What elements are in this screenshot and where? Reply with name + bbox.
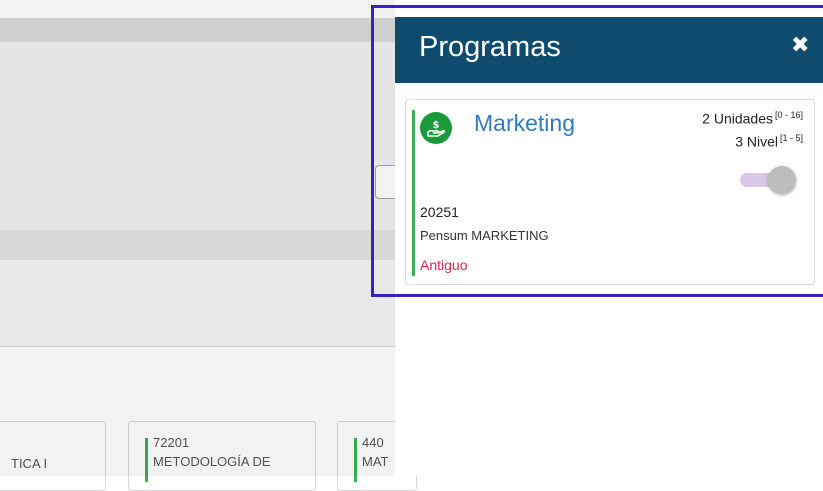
svg-text:$: $ xyxy=(433,120,440,131)
toggle-knob xyxy=(768,166,796,194)
program-pensum: Pensum MARKETING xyxy=(420,228,549,243)
level-text: 3 Nivel xyxy=(735,133,778,150)
program-name-link[interactable]: Marketing xyxy=(474,110,575,137)
money-hand-icon: $ xyxy=(420,112,452,144)
program-status: Antiguo xyxy=(420,257,468,273)
units-range: [0 - 16] xyxy=(774,110,803,120)
program-accent-bar xyxy=(412,110,415,276)
program-toggle-switch[interactable] xyxy=(740,166,796,194)
program-level: 3 Nivel [1 - 5] xyxy=(735,133,803,150)
program-units: 2 Unidades [0 - 16] xyxy=(702,110,803,127)
units-text: 2 Unidades xyxy=(702,110,773,127)
programs-drawer: Programas ✖ $ Marketing 2 Unidades [0 - 1… xyxy=(395,17,823,476)
level-range: [1 - 5] xyxy=(779,133,803,143)
drawer-title: Programas xyxy=(419,31,561,63)
program-card[interactable]: $ Marketing 2 Unidades [0 - 16] 3 Nivel [1… xyxy=(405,99,815,285)
close-icon[interactable]: ✖ xyxy=(791,34,809,56)
program-code: 20251 xyxy=(420,204,459,220)
modal-overlay[interactable] xyxy=(0,0,395,476)
drawer-header: Programas ✖ xyxy=(395,17,823,83)
